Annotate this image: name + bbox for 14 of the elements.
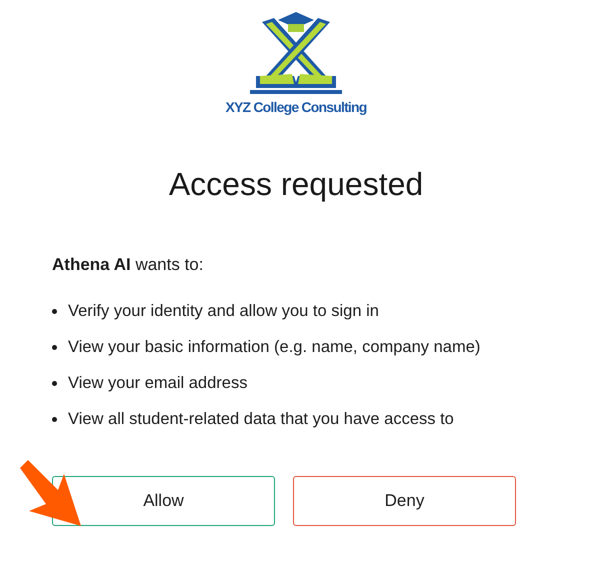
permission-text: View your email address [68, 372, 248, 394]
permission-text: View your basic information (e.g. name, company name) [68, 336, 480, 358]
bullet-icon [52, 308, 57, 314]
bullet-icon [52, 380, 57, 386]
arrow-overlay [20, 460, 82, 527]
logo-text: XYZ College Consulting [225, 100, 367, 114]
permission-text: View all student-related data that you have access to [68, 408, 454, 430]
page-title: Access requested [168, 165, 424, 204]
intro-text: Athena AI wants to: [52, 254, 204, 276]
permission-text: Verify your identity and allow you to sign in [68, 300, 379, 322]
allow-button[interactable]: Allow [52, 476, 275, 526]
bullet-icon [52, 416, 57, 422]
deny-button[interactable]: Deny [293, 476, 516, 526]
bullet-icon [52, 344, 57, 350]
